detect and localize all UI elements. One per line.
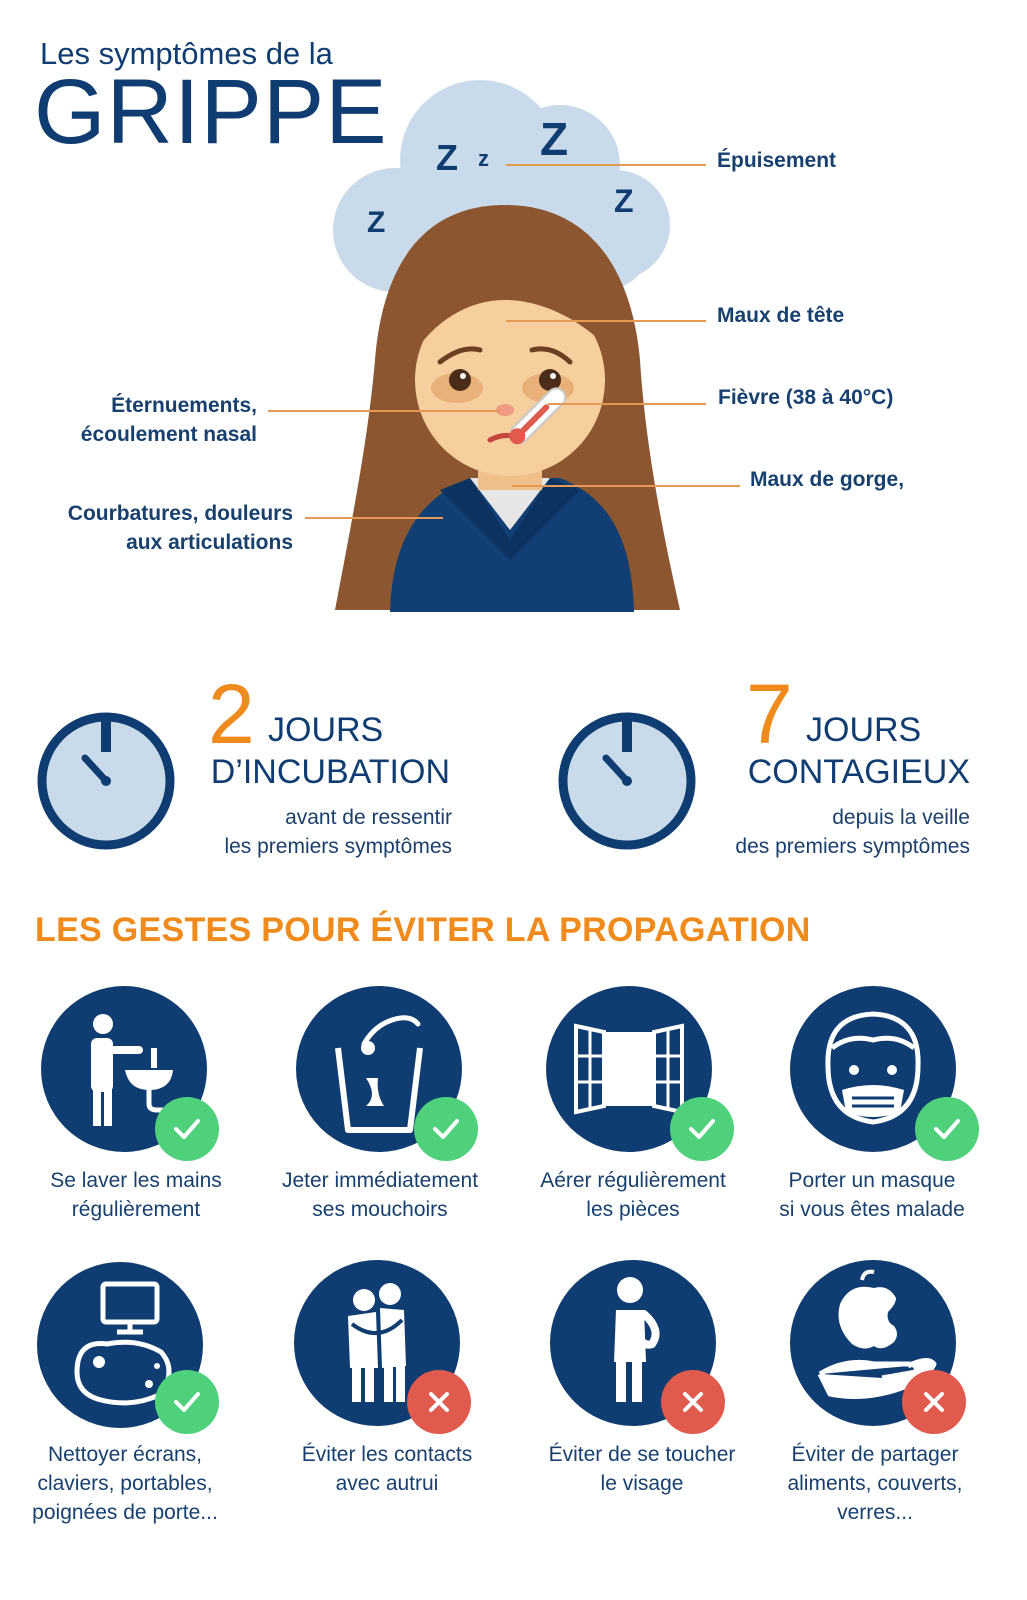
cross-icon	[902, 1370, 966, 1434]
sleep-z-2: Z	[436, 137, 458, 178]
gesture-hug-line-2: avec autrui	[335, 1472, 439, 1495]
symptom-maux-tete: Maux de tête	[717, 304, 845, 327]
gesture-tissue-line-1: Jeter immédiatement	[281, 1169, 479, 1192]
cross-icon	[661, 1370, 725, 1434]
gesture-clean-line-3: poignées de porte...	[32, 1501, 218, 1524]
symptom-fievre: Fièvre (38 à 40°C)	[718, 386, 894, 409]
gesture-window-line-1: Aérer régulièrement	[540, 1169, 726, 1192]
symptom-eternuements-line-1: Éternuements,	[111, 394, 257, 417]
contagieux-unit: JOURS	[806, 711, 922, 749]
gesture-label-hug: Éviter les contacts avec autrui	[262, 1440, 512, 1498]
timer-icon	[558, 712, 696, 850]
symptom-courbatures: Courbatures, douleurs aux articulations	[68, 499, 293, 557]
gesture-clean-line-2: claviers, portables,	[37, 1472, 213, 1495]
contagieux-heading: CONTAGIEUX	[747, 753, 970, 791]
symptom-courbatures-line-2: aux articulations	[126, 531, 293, 554]
gesture-tissue-line-2: ses mouchoirs	[312, 1198, 448, 1221]
incubation-desc: avant de ressentir les premiers symptôme…	[224, 803, 452, 861]
sleep-z-3: z	[478, 146, 489, 171]
gesture-label-face: Éviter de se toucher le visage	[517, 1440, 767, 1498]
gesture-face-line-1: Éviter de se toucher	[548, 1443, 736, 1466]
leader-courbatures	[305, 517, 443, 519]
leader-epuisement	[506, 164, 706, 166]
incubation-desc-line-2: les premiers symptômes	[224, 835, 452, 858]
incubation-desc-line-1: avant de ressentir	[285, 806, 452, 829]
gesture-mask-line-2: si vous êtes malade	[779, 1198, 965, 1221]
gesture-label-mask: Porter un masque si vous êtes malade	[747, 1166, 997, 1224]
section-title: LES GESTES POUR ÉVITER LA PROPAGATION	[35, 911, 811, 949]
eye-left	[449, 369, 471, 391]
gesture-mask-line-1: Porter un masque	[788, 1169, 956, 1192]
gesture-clean-line-1: Nettoyer écrans,	[47, 1443, 203, 1466]
leader-eternuements	[268, 410, 500, 412]
gesture-label-share: Éviter de partager aliments, couverts, v…	[750, 1440, 1000, 1527]
incubation-number: 2	[208, 667, 255, 761]
symptom-eternuements-line-2: écoulement nasal	[80, 423, 257, 446]
gesture-share-line-2: aliments, couverts,	[787, 1472, 963, 1495]
leader-gorge	[512, 485, 740, 487]
symptom-eternuements: Éternuements, écoulement nasal	[81, 391, 257, 449]
symptom-epuisement: Épuisement	[717, 149, 837, 172]
timer-icon	[37, 712, 175, 850]
gesture-label-handwash: Se laver les mains régulièrement	[11, 1166, 261, 1224]
gesture-hug-line-1: Éviter les contacts	[301, 1443, 473, 1466]
incubation-unit: JOURS	[268, 711, 384, 749]
sleep-z-5: Z	[614, 183, 634, 219]
gesture-handwash-line-1: Se laver les mains	[50, 1169, 222, 1192]
check-icon	[414, 1097, 478, 1161]
gesture-window-line-2: les pièces	[586, 1198, 680, 1221]
gesture-share-line-1: Éviter de partager	[791, 1443, 959, 1466]
check-icon	[670, 1097, 734, 1161]
incubation-heading: D’INCUBATION	[210, 753, 450, 791]
gesture-label-tissue: Jeter immédiatement ses mouchoirs	[255, 1166, 505, 1224]
check-icon	[155, 1097, 219, 1161]
sleep-z-4: Z	[540, 113, 568, 165]
symptom-gorge: Maux de gorge,	[750, 468, 905, 491]
leader-maux-tete	[506, 320, 706, 322]
contagieux-desc-line-1: depuis la veille	[832, 806, 970, 829]
check-icon	[915, 1097, 979, 1161]
gesture-handwash-line-2: régulièrement	[71, 1198, 201, 1221]
contagieux-number: 7	[746, 667, 793, 761]
cross-icon	[407, 1370, 471, 1434]
check-icon	[155, 1370, 219, 1434]
gesture-label-window: Aérer régulièrement les pièces	[508, 1166, 758, 1224]
gesture-share-line-3: verres...	[837, 1501, 913, 1524]
sleep-z-1: Z	[367, 206, 385, 239]
contagieux-desc-line-2: des premiers symptômes	[735, 835, 970, 858]
contagieux-desc: depuis la veille des premiers symptômes	[735, 803, 970, 861]
gesture-face-line-2: le visage	[600, 1472, 684, 1495]
gesture-label-clean: Nettoyer écrans, claviers, portables, po…	[0, 1440, 250, 1527]
symptom-courbatures-line-1: Courbatures, douleurs	[67, 502, 293, 525]
leader-fievre	[548, 403, 706, 405]
